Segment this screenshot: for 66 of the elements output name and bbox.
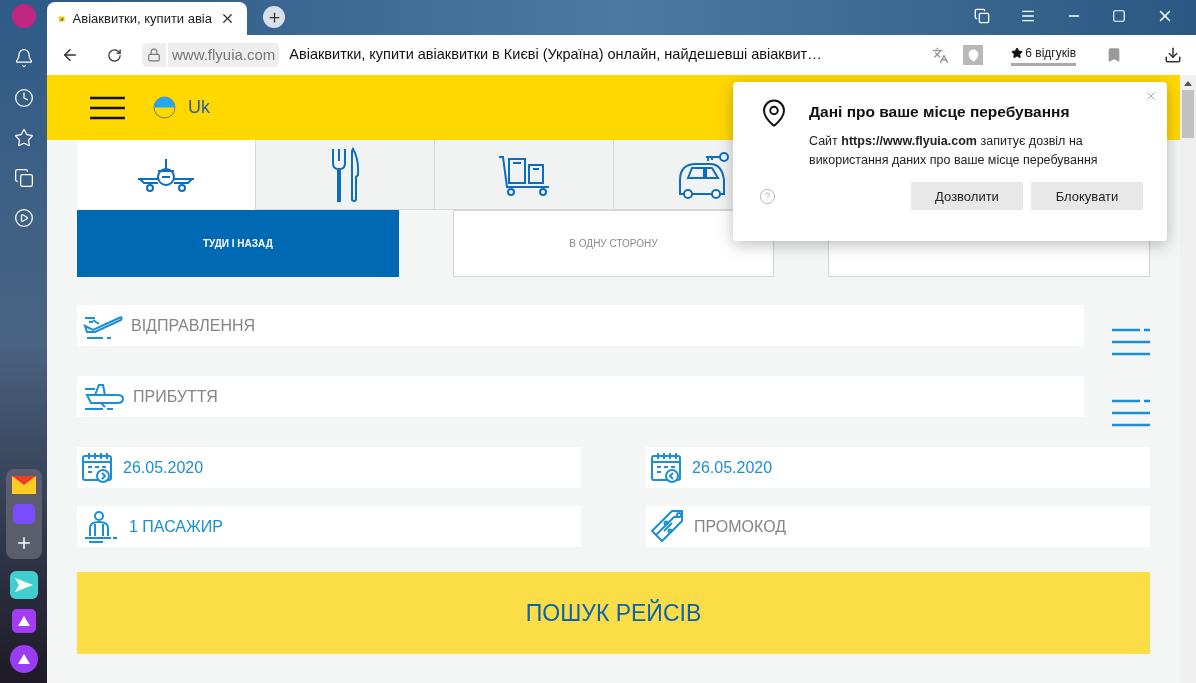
passenger-count: 1 ПАСАЖИР bbox=[129, 516, 223, 537]
airplane-icon bbox=[136, 157, 196, 193]
discount-tag-icon bbox=[650, 508, 686, 545]
ukraine-flag-icon bbox=[153, 96, 176, 119]
star-icon bbox=[1011, 47, 1024, 59]
popup-title: Дані про ваше місце перебування bbox=[809, 102, 1071, 122]
service-tab[interactable] bbox=[77, 140, 256, 210]
list-icon[interactable] bbox=[1112, 328, 1150, 356]
bookmark-icon[interactable] bbox=[1106, 47, 1122, 63]
collections-icon[interactable] bbox=[13, 168, 34, 188]
close-icon[interactable] bbox=[220, 11, 235, 26]
trip-type-tab[interactable]: ТУДИ І НАЗАД bbox=[77, 210, 399, 277]
padlock-icon bbox=[147, 48, 161, 62]
lock-icon[interactable] bbox=[142, 43, 166, 67]
reviews-count: 6 відгуків bbox=[1025, 45, 1076, 62]
page-title: Авіаквитки, купити авіаквитки в Києві (Україна) онлайн, найдешевші авіаквит… bbox=[289, 45, 822, 65]
browser-tab[interactable]: Авіаквитки, купити авіа bbox=[47, 2, 247, 35]
promo-code-field[interactable]: ПРОМОКОД bbox=[646, 506, 1150, 547]
scrollbar-thumb[interactable] bbox=[1182, 90, 1194, 138]
new-tab-button[interactable] bbox=[263, 6, 285, 28]
history-icon[interactable] bbox=[13, 88, 34, 108]
calendar-icon bbox=[650, 450, 684, 485]
calendar-icon bbox=[81, 450, 115, 485]
search-flights-button[interactable]: ПОШУК РЕЙСІВ bbox=[77, 572, 1150, 654]
placeholder: ПРИБУТТЯ bbox=[133, 386, 218, 407]
placeholder: ВІДПРАВЛЕННЯ bbox=[131, 315, 256, 336]
tab-title: Авіаквитки, купити авіа bbox=[72, 9, 212, 28]
car-with-key-icon bbox=[676, 149, 730, 200]
date-value: 26.05.2020 bbox=[692, 457, 773, 478]
cutlery-icon bbox=[329, 146, 361, 203]
back-icon[interactable] bbox=[61, 46, 79, 64]
send-app-icon[interactable] bbox=[9, 571, 38, 599]
service-tab[interactable] bbox=[435, 140, 614, 210]
play-icon[interactable] bbox=[13, 208, 34, 228]
list-icon[interactable] bbox=[1112, 399, 1150, 427]
mail-icon[interactable] bbox=[11, 476, 36, 494]
arrival-field[interactable]: ПРИБУТТЯ bbox=[77, 376, 1084, 417]
reviews-link[interactable]: 6 відгуків bbox=[1011, 44, 1076, 66]
date-value: 26.05.2020 bbox=[123, 457, 204, 478]
language-label[interactable]: Uk bbox=[188, 94, 210, 121]
plus-icon bbox=[266, 9, 282, 25]
service-tab[interactable] bbox=[256, 140, 435, 210]
trip-type-tab[interactable]: В ОДНУ СТОРОНУ bbox=[452, 210, 775, 277]
popup-button[interactable]: Блокувати bbox=[1031, 182, 1143, 211]
assistant-app-icon[interactable] bbox=[11, 609, 36, 633]
return-date-field[interactable]: 26.05.2020 bbox=[646, 447, 1150, 488]
placeholder: ПРОМОКОД bbox=[694, 516, 787, 537]
scroll-up-arrow-icon[interactable] bbox=[1184, 80, 1192, 86]
maximize-icon[interactable] bbox=[1112, 9, 1126, 23]
notifications-icon[interactable] bbox=[13, 48, 34, 68]
star-icon[interactable] bbox=[13, 128, 34, 148]
popup-message: Сайт https://www.flyuia.com запитує дозвіл на використання даних про ваше місце перебування bbox=[809, 133, 1099, 170]
translate-icon[interactable] bbox=[932, 46, 950, 64]
passengers-field[interactable]: 1 ПАСАЖИР bbox=[77, 506, 581, 547]
url-domain[interactable]: www.flyuia.com bbox=[168, 43, 280, 67]
voice-assistant-icon[interactable] bbox=[9, 645, 38, 673]
menu-icon[interactable] bbox=[1020, 8, 1036, 24]
popup-button[interactable]: Дозволити bbox=[911, 182, 1023, 211]
departure-field[interactable]: ВІДПРАВЛЕННЯ bbox=[77, 305, 1084, 346]
hamburger-menu-icon[interactable] bbox=[90, 95, 125, 120]
download-icon[interactable] bbox=[1164, 46, 1182, 64]
reload-icon[interactable] bbox=[107, 47, 122, 63]
departure-date-field[interactable]: 26.05.2020 bbox=[77, 447, 581, 488]
location-pin-icon bbox=[966, 48, 980, 62]
scrollbar[interactable] bbox=[1180, 75, 1196, 683]
tabs-icon[interactable] bbox=[974, 8, 990, 24]
